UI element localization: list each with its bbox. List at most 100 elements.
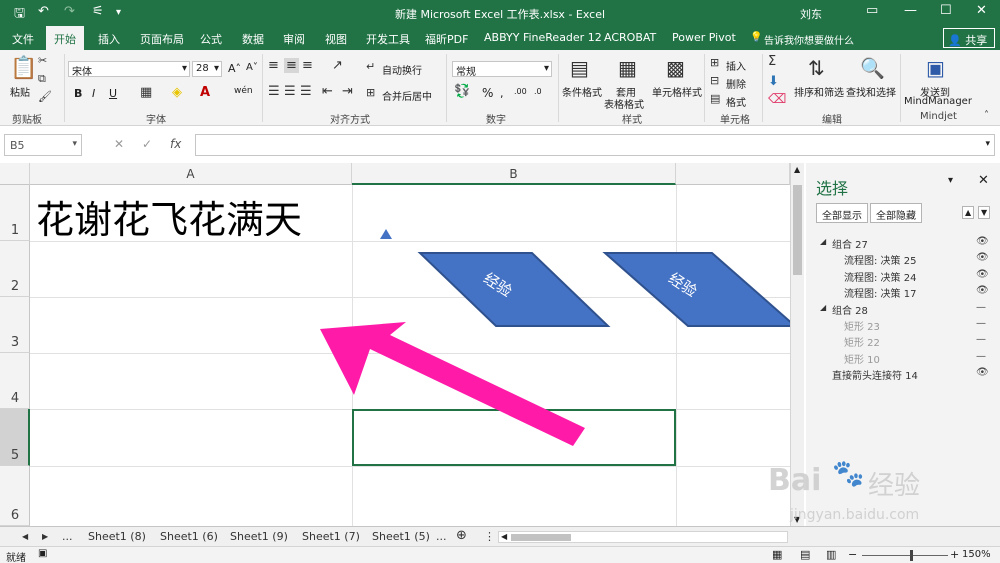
sheet-tab[interactable]: Sheet1 (5): [372, 530, 430, 543]
normal-view-icon[interactable]: ▦: [772, 548, 782, 561]
close-button[interactable]: ✕: [976, 3, 987, 18]
sheet-tab[interactable]: Sheet1 (8): [88, 530, 146, 543]
collapse-ribbon-icon[interactable]: ˄: [984, 110, 989, 121]
pane-item[interactable]: 直接箭头连接符 14: [832, 367, 918, 382]
tab-view[interactable]: 视图: [325, 31, 347, 47]
hidden-icon[interactable]: —: [976, 318, 986, 329]
zoom-in-icon[interactable]: +: [950, 548, 959, 561]
pane-item[interactable]: 流程图: 决策 17: [844, 285, 916, 300]
cancel-icon[interactable]: ✕: [114, 137, 124, 151]
hidden-icon[interactable]: —: [976, 302, 986, 313]
border-icon[interactable]: ▦: [140, 85, 152, 100]
macro-record-icon[interactable]: ▣: [38, 548, 47, 559]
insert-function-icon[interactable]: fx: [170, 137, 181, 151]
underline-button[interactable]: U: [109, 87, 117, 100]
hide-all-button[interactable]: 全部隐藏: [870, 203, 922, 223]
format-painter-icon[interactable]: 🖌: [38, 90, 52, 103]
visibility-icon[interactable]: 👁: [976, 236, 989, 247]
more-sheets-right[interactable]: ...: [436, 530, 447, 543]
increase-decimal-icon[interactable]: .00: [514, 87, 527, 96]
tab-home[interactable]: 开始: [46, 26, 84, 50]
italic-button[interactable]: I: [92, 87, 95, 100]
sort-filter-button[interactable]: 排序和筛选: [794, 84, 844, 99]
h-scroll-thumb[interactable]: [511, 534, 571, 541]
add-sheet-icon[interactable]: ⊕: [456, 528, 467, 543]
visibility-icon[interactable]: 👁: [976, 252, 989, 263]
phonetic-icon[interactable]: wén: [234, 86, 253, 96]
decrease-indent-icon[interactable]: ⇤: [322, 84, 333, 99]
fill-icon[interactable]: ⬇: [768, 74, 779, 89]
tab-developer[interactable]: 开发工具: [366, 31, 410, 47]
pane-item[interactable]: 流程图: 决策 25: [844, 252, 916, 267]
sheet-tab[interactable]: Sheet1 (9): [230, 530, 288, 543]
tab-split-handle[interactable]: ⋮: [484, 530, 495, 543]
autosum-icon[interactable]: Σ: [768, 54, 776, 69]
bold-button[interactable]: B: [74, 87, 82, 100]
user-name[interactable]: 刘东: [800, 6, 822, 22]
align-right-icon[interactable]: ☰: [300, 84, 312, 99]
sheet-tab[interactable]: Sheet1 (6): [160, 530, 218, 543]
currency-icon[interactable]: 💱: [454, 84, 470, 99]
hidden-icon[interactable]: —: [976, 351, 986, 362]
font-color-icon[interactable]: A: [200, 85, 210, 100]
zoom-out-icon[interactable]: −: [848, 548, 857, 561]
minimize-button[interactable]: —: [904, 3, 917, 18]
next-sheet-icon[interactable]: ▶: [42, 532, 48, 541]
tell-me-search[interactable]: 告诉我你想要做什么: [764, 32, 854, 47]
page-break-view-icon[interactable]: ▥: [826, 548, 836, 561]
show-all-button[interactable]: 全部显示: [816, 203, 868, 223]
zoom-level[interactable]: 150%: [962, 549, 991, 560]
close-pane-icon[interactable]: ✕: [978, 173, 989, 188]
horizontal-scrollbar[interactable]: ◀: [498, 531, 788, 543]
small-triangle-shape[interactable]: [380, 229, 392, 239]
visibility-icon[interactable]: 👁: [976, 269, 989, 280]
decrease-decimal-icon[interactable]: .0: [534, 87, 542, 96]
align-bottom-icon[interactable]: ≡: [302, 58, 313, 73]
delete-cells-button[interactable]: 删除: [726, 76, 746, 91]
ribbon-display-icon[interactable]: ▭: [866, 3, 878, 18]
format-cells-button[interactable]: 格式: [726, 94, 746, 109]
maximize-button[interactable]: ☐: [940, 3, 952, 18]
font-size-select[interactable]: 28 ▾: [192, 61, 222, 77]
grow-font-icon[interactable]: A˄: [228, 62, 241, 75]
pane-item[interactable]: 矩形 10: [844, 351, 880, 366]
pane-item[interactable]: 组合 28: [832, 302, 868, 317]
find-select-button[interactable]: 查找和选择: [846, 84, 896, 99]
page-layout-view-icon[interactable]: ▤: [800, 548, 810, 561]
name-box[interactable]: B5 ▾: [4, 134, 82, 156]
bring-forward-icon[interactable]: ▲: [962, 206, 975, 219]
increase-indent-icon[interactable]: ⇥: [342, 84, 353, 99]
align-middle-icon[interactable]: ≡: [284, 58, 299, 73]
tab-insert[interactable]: 插入: [98, 31, 120, 47]
tab-acrobat[interactable]: ACROBAT: [604, 31, 656, 44]
tab-review[interactable]: 审阅: [283, 31, 305, 47]
pane-options-icon[interactable]: ▾: [948, 175, 953, 186]
merge-center-button[interactable]: 合并后居中: [382, 88, 432, 103]
send-backward-icon[interactable]: ▼: [978, 206, 991, 219]
pane-item[interactable]: 组合 27: [832, 236, 868, 251]
conditional-format-button[interactable]: 条件格式: [562, 84, 602, 99]
zoom-slider-thumb[interactable]: [910, 550, 913, 561]
comma-icon[interactable]: ,: [500, 87, 504, 100]
share-button[interactable]: 👤 共享: [943, 28, 995, 48]
scroll-up-icon[interactable]: ▲: [794, 165, 800, 174]
tab-abbyy[interactable]: ABBYY FineReader 12: [484, 31, 602, 44]
align-left-icon[interactable]: ☰: [268, 84, 280, 99]
expand-icon[interactable]: ◢: [820, 303, 826, 312]
orientation-icon[interactable]: ↗: [332, 58, 343, 73]
paste-button[interactable]: 粘贴: [10, 84, 30, 99]
tab-power-pivot[interactable]: Power Pivot: [672, 31, 736, 44]
prev-sheet-icon[interactable]: ◀: [22, 532, 28, 541]
tab-file[interactable]: 文件: [12, 31, 34, 47]
number-format-select[interactable]: 常规 ▾: [452, 61, 552, 78]
cell-style-button[interactable]: 单元格样式: [652, 84, 702, 99]
percent-button[interactable]: %: [482, 86, 493, 100]
scroll-thumb[interactable]: [793, 185, 802, 275]
tab-page-layout[interactable]: 页面布局: [140, 31, 184, 47]
pink-arrow-shape[interactable]: [320, 322, 585, 446]
tab-data[interactable]: 数据: [242, 31, 264, 47]
more-sheets-left[interactable]: ...: [62, 530, 73, 543]
decision-shape-1[interactable]: [417, 252, 611, 327]
visibility-icon[interactable]: 👁: [976, 285, 989, 296]
tab-foxit-pdf[interactable]: 福昕PDF: [425, 31, 468, 47]
